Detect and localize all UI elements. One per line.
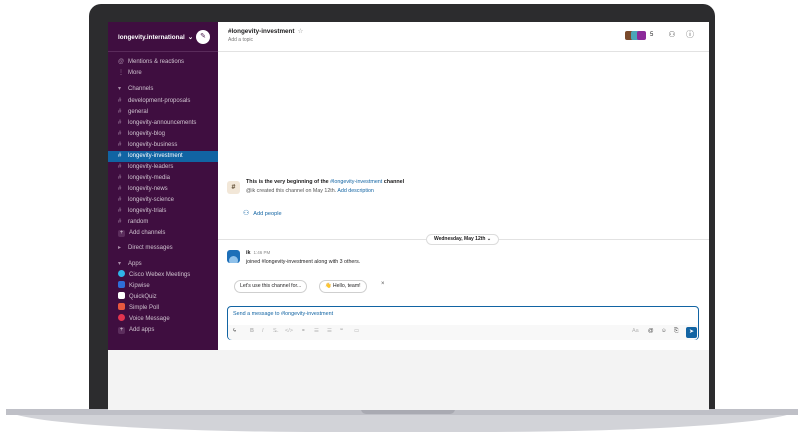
hash-icon: # [118, 197, 122, 203]
channel-name[interactable]: #longevity-investment ☆ [228, 28, 303, 35]
message-composer[interactable]: Send a message to #longevity-investment … [227, 306, 699, 340]
sidebar-channel[interactable]: # general [108, 107, 218, 118]
quote-icon[interactable]: ❝ [340, 328, 343, 334]
send-button[interactable]: ➤ [686, 327, 697, 338]
more-icon: ⋮ [118, 70, 124, 76]
at-icon[interactable]: @ [648, 328, 654, 334]
sidebar-channel[interactable]: # random [108, 217, 218, 228]
caret-down-icon: ▾ [118, 86, 122, 92]
sidebar-app-webex[interactable]: Cisco Webex Meetings [108, 270, 218, 281]
sidebar-channel[interactable]: # longevity-blog [108, 129, 218, 140]
simple-poll-icon [118, 303, 125, 311]
member-count[interactable]: 5 [650, 32, 653, 38]
member-avatars[interactable] [625, 31, 647, 41]
channel-topic[interactable]: Add a topic [228, 37, 253, 43]
sidebar-app-quickquiz[interactable]: QuickQuiz [108, 292, 218, 303]
add-person-icon[interactable]: ⚇ [666, 29, 678, 41]
lightning-icon[interactable]: ϟ [233, 328, 236, 334]
sidebar-channel[interactable]: # longevity-leaders [108, 162, 218, 173]
message-text: joined #longevity-investment along with … [246, 259, 361, 265]
caret-down-icon: ▾ [118, 261, 122, 267]
voice-message-icon [118, 314, 125, 322]
kipwise-icon [118, 281, 125, 289]
hash-icon: # [118, 175, 122, 181]
add-description-link[interactable]: Add description [337, 188, 374, 194]
sidebar-channel[interactable]: # longevity-news [108, 184, 218, 195]
hash-icon: # [118, 142, 122, 148]
hash-icon: # [118, 164, 122, 170]
window-bottom-area [108, 350, 709, 410]
code-icon[interactable]: </> [285, 328, 293, 334]
suggestion-chip[interactable]: 👋 Hello, team! [319, 280, 367, 293]
slack-window: longevity.international ⌄ ✎ @ Mentions & r… [108, 22, 709, 410]
chevron-down-icon: ⌄ [187, 34, 193, 41]
hash-icon: # [118, 208, 122, 214]
plus-icon: + [118, 327, 125, 334]
attachment-icon[interactable]: ⎘ [674, 328, 678, 335]
text-format-button[interactable]: Aa [632, 328, 639, 334]
sidebar-app-voice-message[interactable]: Voice Message [108, 314, 218, 325]
link-icon[interactable]: ⚭ [301, 328, 306, 334]
date-divider-pill[interactable]: Wednesday, May 12th ⌄ [426, 234, 499, 245]
channel-header: #longevity-investment ☆ Add a topic 5 ⚇ ⓘ [218, 22, 709, 52]
add-person-icon: ⚇ [243, 210, 250, 217]
channel-intro-subtitle: @ik created this channel on May 12th. Ad… [246, 188, 374, 194]
sidebar-channel[interactable]: # longevity-science [108, 195, 218, 206]
formatting-toolbar: ϟ B I S̶ </> ⚭ ☰ ☰ ❝ ▭ Aa @ ☺ ⎘ ➤ [228, 325, 698, 340]
bulleted-list-icon[interactable]: ☰ [327, 328, 332, 334]
channel-hash-icon: # [227, 181, 240, 194]
sidebar-channel[interactable]: # longevity-announcements [108, 118, 218, 129]
laptop-base [6, 409, 798, 432]
sidebar-channel[interactable]: # development-proposals [108, 96, 218, 107]
workspace-header[interactable]: longevity.international ⌄ ✎ [108, 22, 218, 52]
direct-messages-section-header[interactable]: ▸ Direct messages [108, 243, 218, 254]
sidebar-item-mentions[interactable]: @ Mentions & reactions [108, 57, 218, 68]
apps-section-header[interactable]: ▾ Apps [108, 259, 218, 270]
hash-icon: # [118, 186, 122, 192]
plus-icon: + [118, 230, 125, 237]
message-timestamp[interactable]: 1:46 PM [254, 250, 271, 255]
compose-button[interactable]: ✎ [196, 30, 210, 44]
edit-icon: ✎ [200, 33, 206, 40]
message-author[interactable]: ik 1:46 PM [246, 250, 270, 256]
at-icon: @ [118, 59, 125, 65]
sidebar-channel-active[interactable]: # longevity-investment [108, 151, 218, 162]
add-apps-button[interactable]: + Add apps [108, 325, 218, 336]
strikethrough-icon[interactable]: S̶ [273, 328, 277, 334]
avatar[interactable] [227, 250, 240, 263]
add-channels-button[interactable]: + Add channels [108, 228, 218, 239]
info-icon[interactable]: ⓘ [684, 29, 696, 41]
sidebar-channel[interactable]: # longevity-media [108, 173, 218, 184]
hash-icon: # [118, 98, 122, 104]
sidebar-channel[interactable]: # longevity-business [108, 140, 218, 151]
hash-icon: # [118, 131, 122, 137]
emoji-icon[interactable]: ☺ [661, 328, 667, 334]
quickquiz-icon [118, 292, 125, 300]
workspace-name[interactable]: longevity.international ⌄ [118, 34, 193, 41]
sidebar-channel[interactable]: # longevity-trials [108, 206, 218, 217]
channels-section-header[interactable]: ▾ Channels [108, 84, 218, 95]
hash-icon: # [118, 120, 122, 126]
code-block-icon[interactable]: ▭ [354, 328, 359, 334]
italic-icon[interactable]: I [262, 328, 264, 334]
hash-icon: # [118, 109, 122, 115]
sidebar-item-more[interactable]: ⋮ More [108, 68, 218, 79]
webex-icon [118, 270, 125, 278]
hash-icon: # [118, 153, 122, 159]
star-icon[interactable]: ☆ [297, 28, 303, 35]
suggestion-chip[interactable]: Let's use this channel for... [234, 280, 308, 293]
hash-icon: # [118, 219, 122, 225]
add-people-button[interactable]: ⚇ Add people [243, 209, 282, 217]
sidebar-app-simple-poll[interactable]: Simple Poll [108, 303, 218, 314]
ordered-list-icon[interactable]: ☰ [314, 328, 319, 334]
message-input[interactable]: Send a message to #longevity-investment [233, 311, 333, 317]
avatar [637, 31, 646, 40]
caret-right-icon: ▸ [118, 245, 122, 251]
close-icon[interactable]: × [381, 281, 385, 287]
bold-icon[interactable]: B [250, 328, 254, 334]
channel-intro-title: This is the very beginning of the #longe… [246, 179, 405, 185]
sidebar-app-kipwise[interactable]: Kipwise [108, 281, 218, 292]
